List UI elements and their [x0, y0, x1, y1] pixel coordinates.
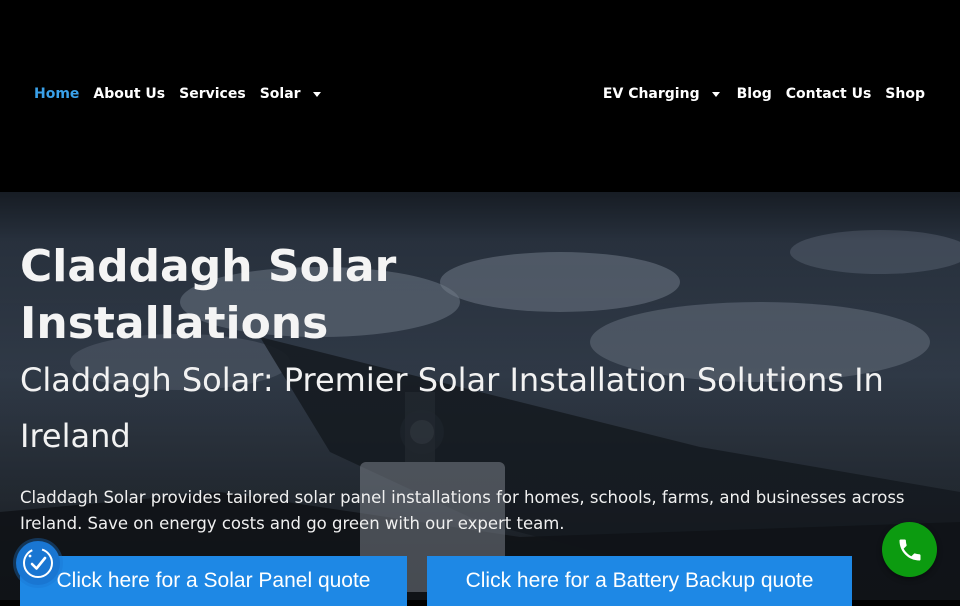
nav-item-label: Contact Us	[785, 86, 872, 102]
nav-item-label: EV Charging	[602, 86, 700, 102]
caret-down-icon[interactable]	[711, 91, 720, 97]
nav-item-label: Services	[179, 86, 246, 102]
nav-item-label: Shop	[885, 86, 925, 102]
hero-title: Claddagh Solar Installations	[20, 241, 397, 349]
nav-item-ev-charging[interactable]: EV Charging	[603, 86, 720, 102]
phone-icon	[899, 539, 920, 560]
nav-item-label: Home	[34, 86, 80, 102]
nav-item-services[interactable]: Services	[179, 86, 246, 102]
nav-item-label: Solar	[259, 86, 301, 102]
nav-item-label: About Us	[93, 86, 166, 102]
accessibility-button[interactable]	[16, 541, 60, 585]
nav-item-label: Blog	[736, 86, 772, 102]
hero-description: Claddagh Solar provides tailored solar p…	[20, 488, 905, 533]
site-header: Home About Us Services Solar EV Charging…	[0, 0, 960, 192]
nav-item-contact-us[interactable]: Contact Us	[786, 86, 872, 102]
nav-item-shop[interactable]: Shop	[885, 86, 925, 102]
hero-subtitle: Claddagh Solar: Premier Solar Installati…	[20, 361, 884, 455]
nav-item-solar[interactable]: Solar	[260, 86, 321, 102]
nav-item-home[interactable]: Home	[34, 86, 79, 102]
main-nav-right: EV Charging Blog Contact Us Shop	[589, 86, 925, 102]
call-button[interactable]	[882, 522, 937, 577]
nav-item-about-us[interactable]: About Us	[93, 86, 165, 102]
accessibility-icon	[23, 548, 53, 578]
solar-panel-quote-button[interactable]: Click here for a Solar Panel quote	[20, 556, 407, 606]
nav-item-blog[interactable]: Blog	[737, 86, 772, 102]
caret-down-icon[interactable]	[312, 91, 321, 97]
battery-backup-quote-button[interactable]: Click here for a Battery Backup quote	[427, 556, 852, 606]
main-nav-left: Home About Us Services Solar	[34, 86, 335, 102]
